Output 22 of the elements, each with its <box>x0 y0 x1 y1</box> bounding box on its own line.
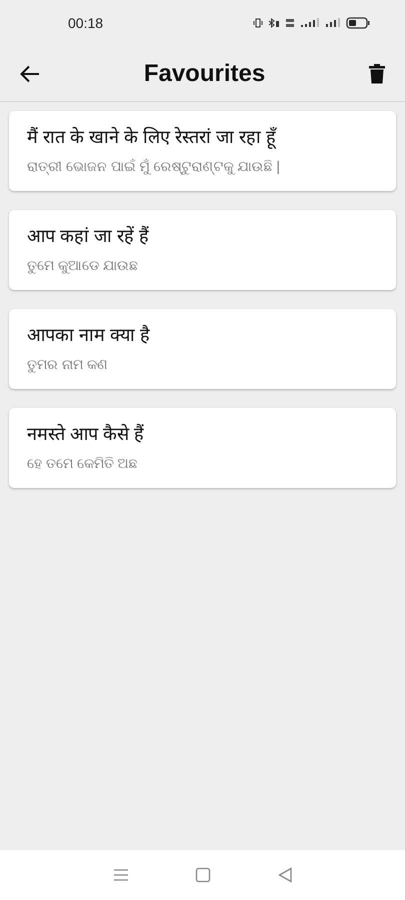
signal-icon <box>325 18 341 28</box>
translated-phrase: ତୁମର ନାମ କଣ <box>27 356 109 373</box>
favourite-card[interactable]: मैं रात के खाने के लिए रेस्तरां जा रहा हूँ ରାତ୍ରୀ ଭୋଜନ ପାଇଁ ମୁଁ ରେଷ୍ଟୁରାଣ୍ଟକୁ ଯାଉଛି | <box>9 111 396 191</box>
source-phrase: आप कहां जा रहें हैं <box>27 224 150 247</box>
page-title: Favourites <box>144 60 266 88</box>
source-phrase: आपका नाम क्या है <box>27 324 152 346</box>
bluetooth-icon <box>268 18 280 28</box>
signal-icon <box>300 18 320 28</box>
favourite-card[interactable]: नमस्ते आप कैसे हैं ହେ ତମେ କେମିତି ଅଛ <box>9 408 396 488</box>
translated-phrase: ହେ ତମେ କେମିତି ଅଛ <box>27 455 139 472</box>
menu-icon[interactable] <box>113 868 130 882</box>
battery-icon <box>346 17 370 29</box>
translated-phrase: ରାତ୍ରୀ ଭୋଜନ ପାଇଁ ମୁଁ ରେଷ୍ଟୁରାଣ୍ଟକୁ ଯାଉଛି | <box>27 158 281 175</box>
status-time: 00:18 <box>68 15 104 31</box>
translated-phrase: ତୁମେ କୁଆଡେ ଯାଉଛ <box>27 257 139 274</box>
favourite-card[interactable]: आप कहां जा रहें हैं ତୁମେ କୁଆଡେ ଯାଉଛ <box>9 210 396 290</box>
source-phrase: नमस्ते आप कैसे हैं <box>27 422 146 445</box>
favourite-card[interactable]: आपका नाम क्या है ତୁମର ନାମ କଣ <box>9 309 396 389</box>
back-icon[interactable] <box>278 867 292 883</box>
vibrate-icon <box>253 18 263 28</box>
source-phrase: मैं रात के खाने के लिए रेस्तरां जा रहा हूँ <box>27 126 278 148</box>
home-icon[interactable] <box>195 867 212 883</box>
